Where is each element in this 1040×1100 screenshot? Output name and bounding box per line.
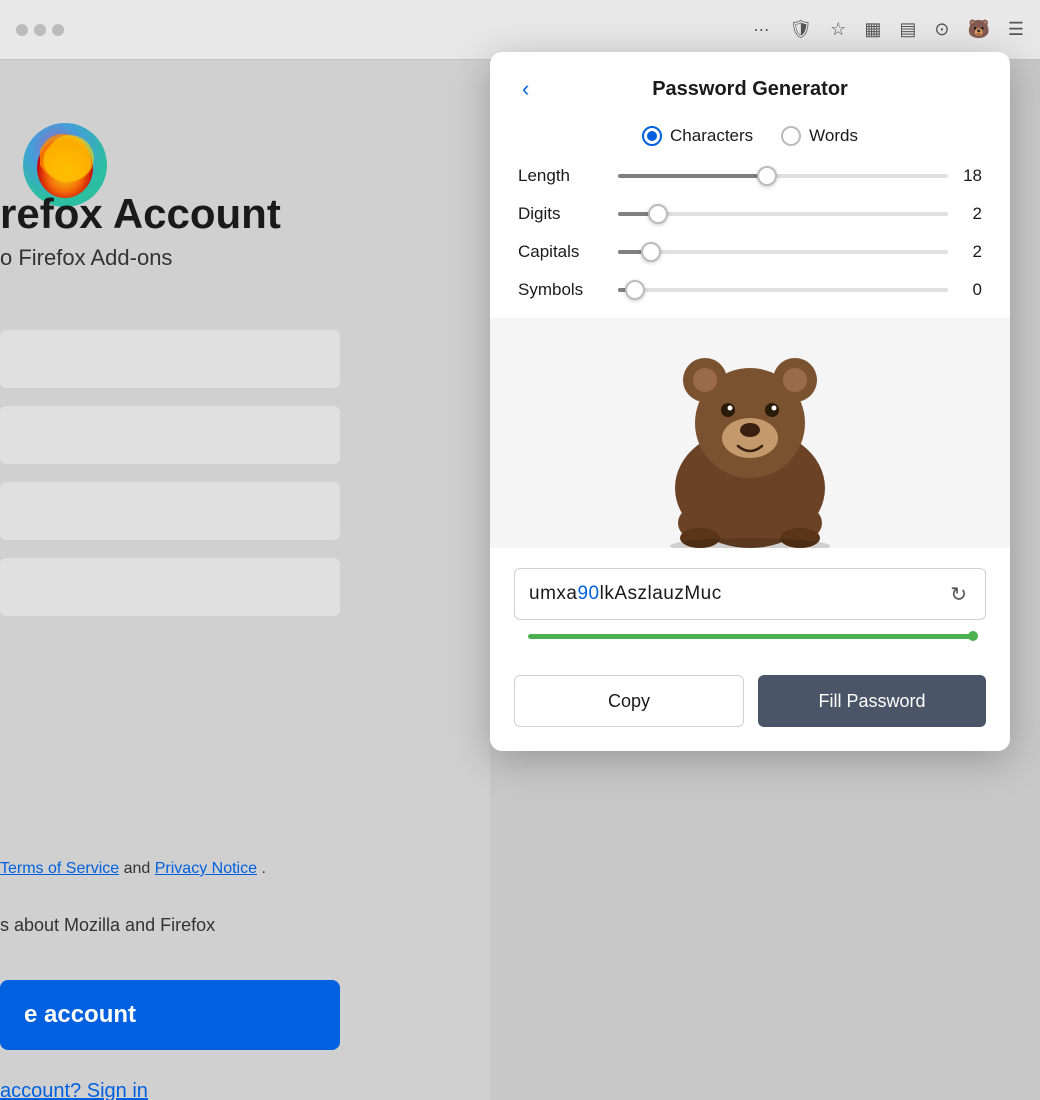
words-radio[interactable] [781,126,801,146]
digits-slider-thumb[interactable] [648,204,668,224]
words-option[interactable]: Words [781,126,858,146]
password-display: umxa90lkAszlauzMuc [529,583,946,605]
digits-label: Digits [518,204,608,224]
capitals-slider-row: Capitals 2 [518,242,982,262]
symbols-label: Symbols [518,280,608,300]
bear-illustration [490,318,1010,548]
length-value: 18 [958,166,982,186]
form-field-3[interactable] [0,482,340,540]
form-field-4[interactable] [0,558,340,616]
length-slider-fill [618,174,767,178]
capitals-label: Capitals [518,242,608,262]
symbols-slider-thumb[interactable] [625,280,645,300]
password-actions: Copy Fill Password [490,675,1010,751]
terms-text: Terms of Service and Privacy Notice . [0,860,266,878]
menu-icon[interactable]: ☰ [1008,19,1024,40]
page-subtitle: o Firefox Add-ons [0,245,172,271]
info-text: s about Mozilla and Firefox [0,915,215,936]
reader-icon[interactable]: ▤ [899,19,916,40]
maximize-dot [52,24,64,36]
words-label: Words [809,126,858,146]
browser-window-controls [16,24,64,36]
terms-link[interactable]: Terms of Service [0,860,119,877]
symbols-slider-row: Symbols 0 [518,280,982,300]
refresh-password-button[interactable]: ↻ [946,578,971,611]
form-field-1[interactable] [0,330,340,388]
panel-header: ‹ Password Generator [490,52,1010,122]
star-icon[interactable]: ☆ [830,19,846,40]
fill-password-button[interactable]: Fill Password [758,675,986,727]
capitals-slider-thumb[interactable] [641,242,661,262]
length-label: Length [518,166,608,186]
length-slider-row: Length 18 [518,166,982,186]
form-fields [0,330,340,616]
library-icon[interactable]: ▦ [864,19,881,40]
password-output-area: umxa90lkAszlauzMuc ↻ [490,548,1010,675]
shield-icon[interactable]: 🛡 [789,19,812,40]
page-title: refox Account [0,190,281,238]
capitals-slider-track[interactable] [618,250,948,254]
create-account-label: e account [24,1001,136,1029]
create-account-button[interactable]: e account [0,980,340,1050]
minimize-dot [34,24,46,36]
digits-value: 2 [958,204,982,224]
digits-slider-track[interactable] [618,212,948,216]
type-selector: Characters Words [490,122,1010,166]
password-field-row: umxa90lkAszlauzMuc ↻ [514,568,986,620]
privacy-link[interactable]: Privacy Notice [155,860,257,877]
sliders-section: Length 18 Digits 2 Capitals 2 [490,166,1010,300]
password-generator-panel: ‹ Password Generator Characters Words Le… [490,52,1010,751]
length-slider-track[interactable] [618,174,948,178]
characters-radio-fill [647,131,657,141]
copy-button[interactable]: Copy [514,675,744,727]
bear-svg [640,338,860,548]
characters-label: Characters [670,126,753,146]
symbols-slider-track[interactable] [618,288,948,292]
bear-extension-icon[interactable]: 🐻 [967,19,989,40]
characters-radio[interactable] [642,126,662,146]
length-slider-thumb[interactable] [757,166,777,186]
back-button[interactable]: ‹ [514,72,537,106]
digits-slider-row: Digits 2 [518,204,982,224]
browser-chrome: ⋯ 🛡 ☆ ▦ ▤ ⊙ 🐻 ☰ [0,0,1040,60]
sync-icon[interactable]: ⊙ [934,19,949,40]
password-digit-1: 90 [577,583,599,604]
characters-option[interactable]: Characters [642,126,753,146]
browser-toolbar: ⋯ 🛡 ☆ ▦ ▤ ⊙ 🐻 ☰ [753,19,1024,40]
symbols-value: 0 [958,280,982,300]
strength-bar [528,634,972,639]
more-options-icon[interactable]: ⋯ [753,20,771,40]
signin-link[interactable]: account? Sign in [0,1080,148,1100]
form-field-2[interactable] [0,406,340,464]
webpage-background: refox Account o Firefox Add-ons Terms of… [0,60,490,1100]
capitals-value: 2 [958,242,982,262]
panel-title: Password Generator [652,78,848,101]
close-dot [16,24,28,36]
